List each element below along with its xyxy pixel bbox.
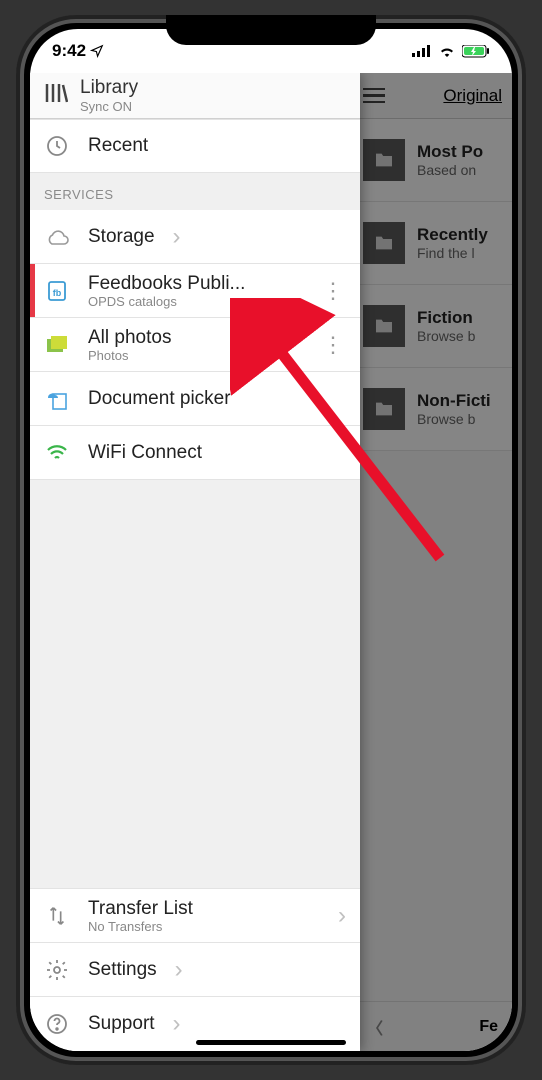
feedbooks-title: Feedbooks Publi... (88, 273, 304, 295)
recent-label: Recent (88, 135, 148, 157)
battery-charging-icon (462, 45, 490, 58)
document-picker-label: Document picker (88, 388, 231, 410)
more-icon[interactable]: ⋮ (322, 342, 346, 348)
clock-icon (44, 134, 70, 158)
storage-row[interactable]: Storage › (30, 210, 360, 264)
chevron-right-icon: › (338, 902, 346, 930)
recent-row[interactable]: Recent (30, 119, 360, 173)
document-picker-row[interactable]: Document picker (30, 372, 360, 426)
chevron-right-icon: › (173, 1010, 181, 1038)
transfer-icon (44, 905, 70, 927)
home-indicator[interactable] (196, 1040, 346, 1045)
cloud-icon (44, 228, 70, 246)
feedbooks-row[interactable]: fb Feedbooks Publi... OPDS catalogs ⋮ (30, 264, 360, 318)
photos-title: All photos (88, 327, 304, 349)
drawer-title: Library (80, 77, 138, 99)
svg-text:fb: fb (53, 288, 62, 298)
settings-row[interactable]: Settings › (30, 943, 360, 997)
feedbooks-icon: fb (44, 279, 70, 303)
selection-indicator (30, 264, 35, 317)
more-icon[interactable]: ⋮ (322, 288, 346, 294)
transfer-sub: No Transfers (88, 919, 320, 934)
support-label: Support (88, 1013, 155, 1035)
wifi-connect-row[interactable]: WiFi Connect (30, 426, 360, 480)
services-header: SERVICES (30, 173, 360, 210)
app-logo-icon (44, 82, 68, 110)
background-panel: Original Most PoBased on RecentlyFind th… (352, 73, 512, 1051)
wifi-green-icon (44, 444, 70, 462)
chevron-right-icon: › (173, 223, 181, 251)
help-icon (44, 1012, 70, 1036)
photos-sub: Photos (88, 348, 304, 363)
navigation-drawer: Library Sync ON Recent SERVICES Storage … (30, 73, 360, 1051)
gear-icon (44, 958, 70, 982)
sync-status: Sync ON (80, 99, 138, 114)
photos-icon (44, 335, 70, 355)
wifi-icon (438, 45, 456, 57)
status-time: 9:42 (52, 41, 86, 61)
all-photos-row[interactable]: All photos Photos ⋮ (30, 318, 360, 372)
chevron-right-icon: › (175, 956, 183, 984)
transfer-label: Transfer List (88, 898, 320, 920)
settings-label: Settings (88, 959, 157, 981)
signal-icon (412, 45, 432, 57)
storage-label: Storage (88, 226, 155, 248)
document-cloud-icon (44, 388, 70, 410)
transfer-list-row[interactable]: Transfer List No Transfers › (30, 889, 360, 943)
wifi-label: WiFi Connect (88, 442, 202, 464)
feedbooks-sub: OPDS catalogs (88, 294, 304, 309)
location-icon (90, 44, 104, 58)
